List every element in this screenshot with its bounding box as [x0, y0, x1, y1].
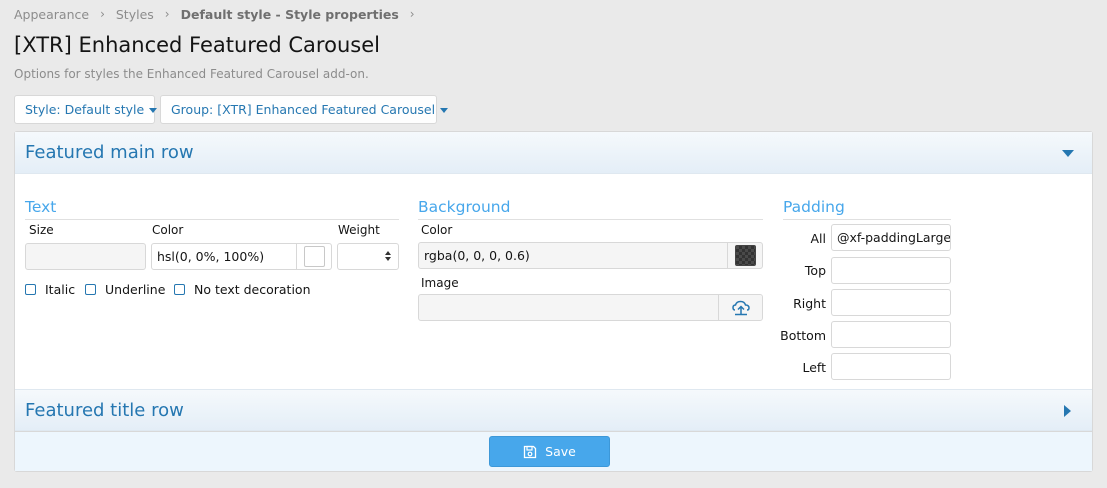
italic-checkbox[interactable]: Italic	[25, 282, 75, 297]
text-color-swatch-button[interactable]	[296, 244, 331, 269]
page-description: Options for styles the Enhanced Featured…	[14, 67, 369, 81]
caret-down-icon	[1062, 150, 1074, 157]
padding-all-label: All	[810, 231, 827, 246]
padding-bottom-input[interactable]	[831, 321, 951, 348]
group-filter-label: Group: [XTR] Enhanced Featured Carousel	[171, 102, 436, 117]
padding-top-input[interactable]	[831, 257, 951, 284]
style-filter-button[interactable]: Style: Default style	[14, 95, 158, 124]
upload-button[interactable]	[718, 295, 762, 320]
padding-right-label: Right	[793, 296, 826, 311]
breadcrumb-styles[interactable]: Styles	[116, 7, 154, 22]
chevron-right-icon: ›	[100, 7, 105, 21]
caret-down-icon	[149, 107, 158, 113]
chevron-right-icon: ›	[164, 7, 170, 21]
breadcrumb: Appearance › Styles › Default style - St…	[14, 6, 426, 22]
color-swatch	[734, 245, 756, 266]
caret-down-icon	[440, 107, 449, 113]
text-color-value: hsl(0, 0%, 100%)	[157, 249, 265, 264]
section-header-featured-main-row[interactable]: Featured main row	[15, 132, 1092, 174]
underline-checkbox[interactable]: Underline	[85, 282, 165, 297]
background-image-label: Image	[421, 276, 459, 290]
save-label: Save	[545, 444, 576, 459]
size-input[interactable]	[25, 243, 146, 270]
section-header-featured-title-row[interactable]: Featured title row	[15, 389, 1092, 431]
background-image-input[interactable]	[418, 294, 763, 321]
section-title: Featured title row	[25, 399, 184, 421]
color-swatch	[303, 246, 325, 267]
chevron-right-icon: ›	[409, 7, 415, 21]
weight-select[interactable]	[337, 243, 399, 270]
background-group-title: Background	[418, 198, 763, 220]
text-color-label: Color	[152, 223, 184, 237]
group-filter-button[interactable]: Group: [XTR] Enhanced Featured Carousel	[160, 95, 449, 124]
select-arrows-icon	[385, 251, 393, 263]
padding-group-title: Padding	[783, 198, 951, 220]
background-color-value: rgba(0, 0, 0, 0.6)	[424, 248, 530, 263]
style-filter-label: Style: Default style	[25, 102, 145, 117]
background-color-label: Color	[421, 223, 453, 237]
padding-all-input[interactable]: @xf-paddingLarge	[831, 224, 951, 251]
caret-right-icon	[1064, 405, 1071, 417]
no-text-decoration-label: No text decoration	[194, 282, 311, 297]
style-properties-panel: Featured main row Text Size Color hsl(0,…	[14, 131, 1093, 472]
upload-icon	[731, 300, 750, 315]
padding-all-value: @xf-paddingLarge	[837, 230, 951, 245]
text-group-title: Text	[25, 198, 399, 220]
form-footer: Save	[15, 431, 1092, 471]
breadcrumb-style-properties[interactable]: Default style - Style properties	[181, 7, 399, 22]
size-label: Size	[29, 223, 54, 237]
checkbox-icon	[174, 284, 185, 295]
italic-label: Italic	[45, 282, 76, 297]
padding-right-input[interactable]	[831, 289, 951, 316]
checkbox-icon	[25, 284, 36, 295]
text-color-input[interactable]: hsl(0, 0%, 100%)	[151, 243, 332, 270]
padding-top-label: Top	[804, 263, 826, 278]
padding-bottom-label: Bottom	[780, 328, 826, 343]
page-title: [XTR] Enhanced Featured Carousel	[14, 33, 380, 57]
save-icon	[523, 445, 537, 459]
padding-left-input[interactable]	[831, 353, 951, 380]
save-button[interactable]: Save	[489, 436, 610, 467]
background-color-input[interactable]: rgba(0, 0, 0, 0.6)	[418, 242, 763, 269]
padding-left-label: Left	[802, 360, 826, 375]
checkbox-icon	[85, 284, 96, 295]
background-color-swatch-button[interactable]	[727, 243, 762, 268]
no-text-decoration-checkbox[interactable]: No text decoration	[174, 282, 311, 297]
underline-label: Underline	[105, 282, 166, 297]
section-title: Featured main row	[25, 142, 194, 163]
breadcrumb-appearance[interactable]: Appearance	[14, 7, 89, 22]
weight-label: Weight	[338, 223, 380, 237]
